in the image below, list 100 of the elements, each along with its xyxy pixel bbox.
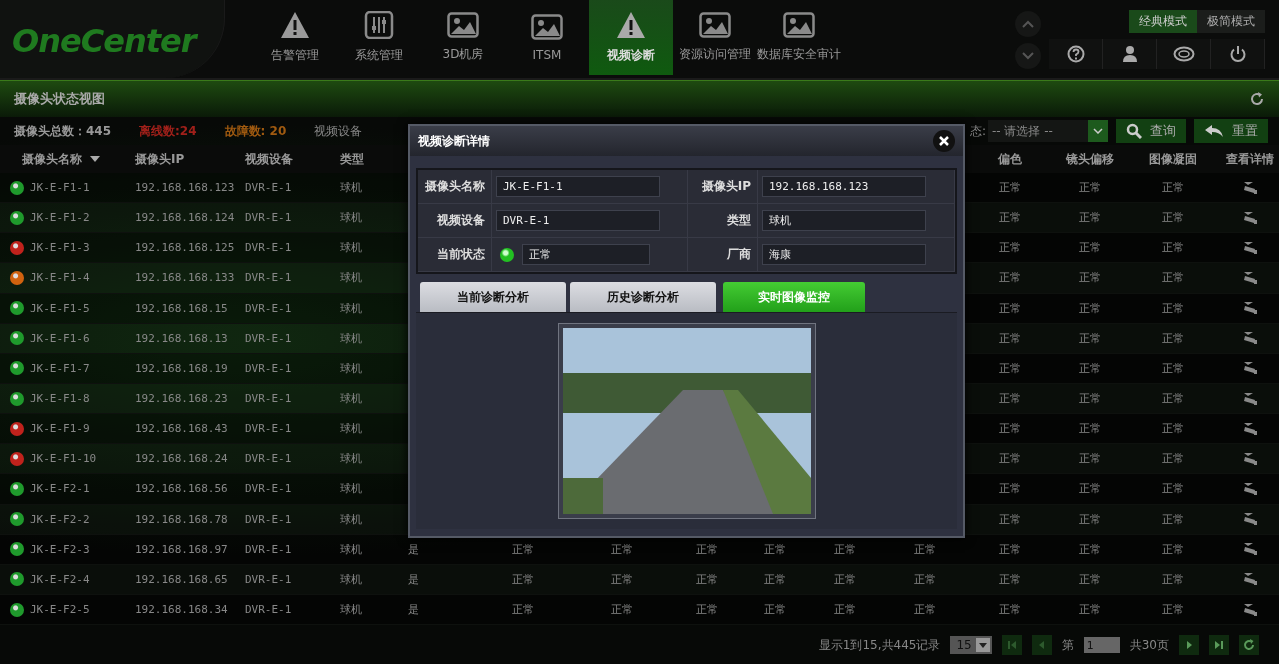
first-page-button[interactable] [1001, 635, 1022, 655]
warning-icon [280, 11, 310, 39]
sort-caret-icon[interactable] [90, 156, 100, 162]
dialog-tab[interactable]: 历史诊断分析 [570, 282, 716, 312]
table-cell-text: 正常 [1160, 270, 1185, 286]
camera-icon[interactable] [1241, 361, 1258, 376]
table-cell-text: 192.168.168.13 [135, 331, 229, 345]
reset-button[interactable]: 重置 [1194, 119, 1268, 143]
table-cell-text: 192.168.168.15 [135, 301, 229, 315]
camera-icon[interactable] [1241, 451, 1258, 466]
refresh-icon[interactable] [1249, 91, 1265, 107]
column-header[interactable]: 镜头偏移 [1055, 150, 1125, 168]
record-info: 显示1到15,共445记录 [818, 636, 941, 654]
camera-icon[interactable] [1241, 391, 1258, 406]
table-cell-text: DVR-E-1 [245, 241, 293, 255]
table-cell-text: DVR-E-1 [245, 271, 293, 285]
column-header[interactable]: 查看详情 [1220, 150, 1279, 168]
reload-button[interactable] [1239, 635, 1259, 655]
next-page-button[interactable] [1179, 635, 1199, 655]
column-header[interactable]: 摄像头IP [135, 150, 245, 168]
nav-item[interactable]: 资源访问管理 [673, 0, 757, 75]
table-cell-text: 是 [408, 541, 420, 557]
dialog-tab[interactable]: 当前诊断分析 [420, 282, 566, 312]
query-button[interactable]: 查询 [1116, 119, 1186, 143]
camera-icon[interactable] [1241, 301, 1258, 316]
field-label: 视频设备 [418, 204, 492, 238]
camera-icon[interactable] [1241, 572, 1258, 587]
table-cell-text: 192.168.168.43 [135, 422, 229, 436]
table-cell-text: 正常 [998, 210, 1022, 226]
close-button[interactable] [933, 130, 955, 152]
table-cell-text: 正常 [1160, 602, 1185, 618]
table-cell-text: 192.168.168.125 [135, 241, 236, 255]
table-cell-text: JK-E-F1-10 [30, 452, 98, 466]
value-field: 192.168.168.123 [762, 176, 926, 197]
chevron-up-icon [1022, 20, 1034, 28]
camera-icon[interactable] [1241, 542, 1258, 557]
column-header[interactable]: 视频设备 [245, 150, 340, 168]
camera-icon[interactable] [1241, 210, 1258, 225]
previous-page-button[interactable] [1031, 635, 1052, 655]
camera-icon[interactable] [1241, 512, 1258, 527]
sliders-icon [364, 11, 394, 39]
camera-icon[interactable] [1241, 481, 1258, 496]
table-cell-text: 正常 [1078, 391, 1102, 407]
table-cell-text: 192.168.168.133 [135, 271, 236, 285]
mode-tab[interactable]: 经典模式 [1129, 10, 1197, 33]
column-header[interactable]: 偏色 [965, 150, 1055, 168]
table-cell-text: 正常 [1078, 602, 1102, 618]
column-header[interactable]: 摄像头名称 [22, 150, 82, 168]
table-cell-text: DVR-E-1 [245, 512, 293, 526]
camera-icon[interactable] [1241, 240, 1258, 255]
close-icon [939, 136, 949, 146]
table-cell-text: 192.168.168.97 [135, 542, 229, 556]
field-label: 当前状态 [418, 238, 492, 272]
value-field: DVR-E-1 [496, 210, 660, 231]
table-cell-text: 正常 [1078, 571, 1102, 587]
chevron-down-icon [1093, 128, 1103, 134]
table-cell-text: 192.168.168.34 [135, 603, 229, 617]
image-icon [531, 13, 563, 40]
nav-item[interactable]: ITSM [505, 0, 589, 75]
camera-icon[interactable] [1241, 421, 1258, 436]
table-cell-text: 正常 [913, 602, 937, 618]
mode-tab[interactable]: 极简模式 [1197, 10, 1265, 33]
image-icon [447, 12, 479, 38]
nav-item[interactable]: 视频诊断 [589, 0, 673, 75]
table-cell-text: 正常 [694, 602, 719, 618]
table-cell-text: 正常 [1078, 451, 1102, 467]
column-header[interactable]: 类型 [340, 150, 408, 168]
table-cell-text: 正常 [1160, 330, 1185, 346]
camera-icon[interactable] [1241, 180, 1258, 195]
table-cell-text: 是 [408, 571, 420, 587]
table-cell-text: 球机 [340, 270, 363, 286]
nav-item[interactable]: 告警管理 [253, 0, 337, 75]
camera-icon[interactable] [1241, 331, 1258, 346]
last-page-button[interactable] [1209, 635, 1229, 655]
column-header[interactable]: 图像凝固 [1125, 150, 1220, 168]
camera-icon[interactable] [1241, 271, 1258, 285]
panel-title: 摄像头状态视图 [14, 90, 105, 108]
page-total: 共30页 [1129, 636, 1169, 654]
table-cell-text: 正常 [609, 571, 634, 587]
table-cell-text: DVR-E-1 [245, 572, 293, 586]
status-select[interactable]: -- 请选择 -- [988, 120, 1108, 142]
camera-icon[interactable] [1241, 602, 1258, 617]
table-cell-text: 正常 [694, 571, 719, 587]
table-cell-text: 是 [408, 602, 420, 618]
table-cell-text: 球机 [340, 602, 363, 618]
first-page-icon [1006, 640, 1017, 650]
table-cell-text: 球机 [340, 180, 363, 196]
field-label: 摄像头IP [688, 170, 758, 204]
nav-item[interactable]: 系统管理 [337, 0, 421, 75]
table-cell-text: 192.168.168.23 [135, 392, 229, 406]
user-icon [1121, 45, 1138, 63]
nav-item[interactable]: 数据库安全审计 [757, 0, 841, 75]
table-cell-text: 球机 [340, 360, 363, 376]
table-cell-text: 192.168.168.78 [135, 512, 229, 526]
image-icon [699, 12, 731, 38]
table-cell-text: 正常 [998, 360, 1022, 376]
nav-item[interactable]: 3D机房 [421, 0, 505, 75]
table-cell-text: JK-E-F2-3 [30, 542, 91, 556]
table-cell-text: 正常 [998, 602, 1022, 618]
table-cell-text: DVR-E-1 [245, 542, 293, 556]
